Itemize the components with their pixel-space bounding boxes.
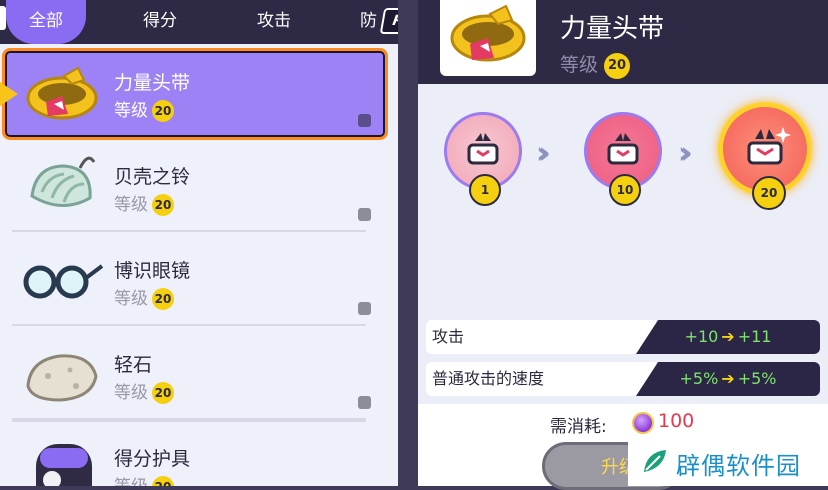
cost-label: 需消耗: bbox=[550, 417, 607, 437]
list-item-score-shield[interactable]: 得分护具 等级 20 bbox=[0, 420, 390, 486]
watermark: 辟偶软件园 bbox=[628, 438, 828, 486]
stage-level-10: 10 bbox=[584, 112, 662, 206]
level-badge: 20 bbox=[152, 476, 174, 486]
stage-level-badge: 20 bbox=[752, 176, 786, 210]
leaf-logo-icon bbox=[644, 450, 666, 472]
detail-item-name: 力量头带 bbox=[560, 14, 665, 44]
item-name: 博识眼镜 bbox=[114, 260, 191, 282]
chevron-right-icon: ›› bbox=[536, 136, 550, 171]
item-level: 等级20 bbox=[114, 284, 174, 310]
stone-icon bbox=[26, 354, 98, 402]
item-enhancer-icon bbox=[632, 412, 654, 434]
item-name: 贝壳之铃 bbox=[114, 166, 191, 188]
item-name: 力量头带 bbox=[114, 72, 191, 94]
list-item-shell-bell[interactable]: 贝壳之铃 等级 20 bbox=[0, 138, 390, 232]
divider bbox=[12, 420, 366, 422]
stage-level-badge: 10 bbox=[609, 174, 641, 206]
level-badge: 20 bbox=[604, 52, 631, 79]
glasses-icon bbox=[23, 264, 104, 299]
level-badge: 20 bbox=[152, 194, 174, 216]
level-label: 等级 bbox=[114, 289, 148, 309]
stat-label: 普通攻击的速度 bbox=[426, 362, 656, 396]
item-detail-panel: 力量头带 等级 20 1 ›› 10 ›› 20 攻击 +10 ➔ +11 普通… bbox=[418, 0, 828, 490]
level-label: 等级 bbox=[114, 477, 148, 486]
level-label: 等级 bbox=[114, 383, 148, 403]
list-item-float-stone[interactable]: 轻石 等级 20 bbox=[0, 326, 390, 420]
item-level: 等级20 bbox=[114, 378, 174, 404]
detail-header: 力量头带 等级 20 bbox=[418, 0, 828, 84]
stage-level-badge: 1 bbox=[469, 174, 501, 206]
cost-amount: 100 bbox=[658, 410, 695, 432]
stat-label: 攻击 bbox=[426, 320, 656, 354]
status-dot bbox=[358, 396, 371, 409]
stat-to: +5% bbox=[737, 369, 777, 388]
status-dot bbox=[358, 114, 371, 127]
list-item-muscle-band[interactable]: 力量头带 等级 20 bbox=[0, 44, 390, 140]
level-label: 等级 bbox=[114, 101, 148, 121]
stat-row-attack-speed: 普通攻击的速度 +5% ➔ +5% bbox=[426, 362, 820, 396]
arrow-right-icon: ➔ bbox=[721, 369, 735, 388]
stat-from: +5% bbox=[679, 369, 719, 388]
stat-value: +5% ➔ +5% bbox=[636, 362, 820, 396]
tab-all[interactable]: 全部 bbox=[6, 0, 86, 44]
stage-level-20: 20 bbox=[718, 102, 812, 210]
level-badge: 20 bbox=[152, 382, 174, 404]
tab-scoring[interactable]: 得分 bbox=[120, 0, 200, 44]
item-level: 等级20 bbox=[114, 96, 174, 122]
list-item-wise-glasses[interactable]: 博识眼镜 等级 20 bbox=[0, 232, 390, 326]
level-badge: 20 bbox=[152, 288, 174, 310]
item-level: 等级20 bbox=[114, 190, 174, 216]
status-dot bbox=[358, 302, 371, 315]
item-name: 得分护具 bbox=[114, 448, 191, 470]
score-shield-icon bbox=[36, 444, 92, 486]
stat-row-attack: 攻击 +10 ➔ +11 bbox=[426, 320, 820, 354]
chevron-right-icon: ›› bbox=[678, 136, 692, 171]
watermark-text: 辟偶软件园 bbox=[676, 452, 801, 480]
tab-attack[interactable]: 攻击 bbox=[234, 0, 314, 44]
r-shortcut-badge[interactable]: R bbox=[379, 8, 398, 34]
headband-icon bbox=[26, 66, 98, 120]
status-dot bbox=[358, 208, 371, 221]
level-label: 等级 bbox=[560, 54, 599, 76]
level-badge: 20 bbox=[152, 100, 174, 122]
level-label: 等级 bbox=[114, 195, 148, 215]
category-tabs: 全部 得分 攻击 防 R bbox=[0, 0, 398, 44]
headband-icon bbox=[440, 0, 536, 76]
item-level: 等级 20 bbox=[114, 472, 174, 486]
item-list-panel: 全部 得分 攻击 防 R 力量头带 等级 20 贝壳之铃 等级 20 博识眼镜 … bbox=[0, 0, 398, 486]
held-item-list[interactable]: 力量头带 等级 20 贝壳之铃 等级 20 博识眼镜 等级 20 轻石 等级 2… bbox=[0, 44, 398, 486]
detail-item-level: 等级 20 bbox=[560, 50, 631, 79]
stat-value: +10 ➔ +11 bbox=[636, 320, 820, 354]
selection-arrow-icon bbox=[0, 82, 18, 106]
item-name: 轻石 bbox=[114, 354, 153, 376]
stat-from: +10 bbox=[684, 327, 719, 346]
arrow-right-icon: ➔ bbox=[721, 327, 735, 346]
shell-bell-icon bbox=[30, 156, 96, 208]
stat-to: +11 bbox=[737, 327, 772, 346]
stage-level-1: 1 bbox=[444, 112, 522, 206]
